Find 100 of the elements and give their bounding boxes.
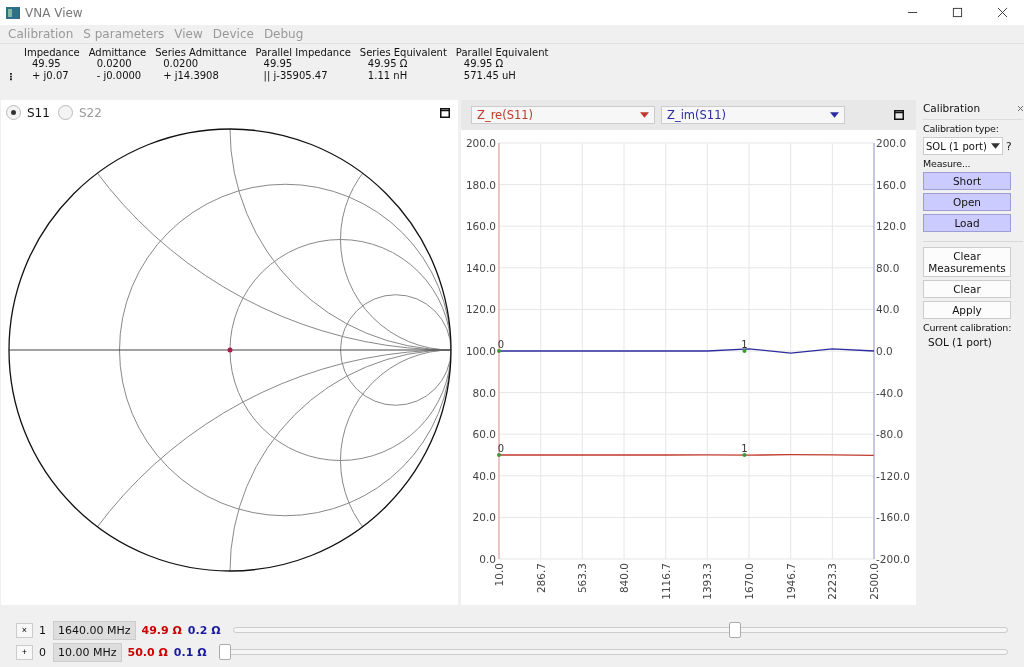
axis-tick-label: 1116.7 [659,563,672,600]
field-label: Calibration type: [923,123,1000,134]
field-label: Measure... [923,158,972,169]
marker-label: 0 [497,443,505,457]
drag-handle[interactable]: ⋮ [6,71,24,82]
readout-value: 49.95 [32,58,61,70]
axis-tick-label: 200.0 [876,137,907,149]
axis-tick-label: 1393.3 [701,563,714,600]
trace-dropdown[interactable]: Z_im(S11) [661,106,845,124]
axis-tick-label: 563.3 [576,563,589,594]
real-value: 50.0 Ω [127,645,168,659]
frequency-slider[interactable] [232,622,1008,638]
radio-label[interactable]: S11 [27,105,50,120]
axis-tick-label: 20.0 [472,511,496,524]
axis-tick-label: 2500.0 [868,563,880,600]
axis-tick-label: -80.0 [876,428,904,441]
marker-label: 1 [741,339,748,353]
maximize-icon[interactable] [440,107,450,118]
frequency-slider[interactable] [218,644,1008,660]
axis-tick-label: 0.0 [876,345,893,357]
axis-tick-label: -160.0 [876,511,910,524]
panel-title: Calibration [923,102,981,114]
readout-value: || j-35905.47 [262,70,328,82]
real-value: 49.9 Ω [141,623,182,637]
readout-value: 1.11 nH [366,70,408,82]
action-button[interactable]: Clear [923,280,1011,298]
slider-thumb[interactable] [728,622,741,638]
help-label: ? [1006,140,1012,152]
axis-tick-label: 286.7 [534,563,547,594]
window-title: VNA View [25,5,83,20]
imag-value: 0.1 Ω [173,645,207,659]
axis-tick-label: 0.0 [479,553,496,565]
readout-value: 49.95 [262,58,293,70]
axis-tick-label: 2223.3 [826,563,839,600]
readout-value: 49.95 Ω [366,58,408,70]
app-icon [5,4,21,21]
readout-header: Series Admittance [155,47,247,58]
readout-header: Admittance [88,47,147,58]
calibration-type-dropdown[interactable]: SOL (1 port) [923,137,1003,155]
maximize-icon[interactable] [894,110,904,120]
readout-header: Impedance [24,47,80,58]
readout-header: Parallel Equivalent [455,47,549,58]
axis-tick-label: 140.0 [465,261,496,274]
axis-tick-label: 60.0 [472,428,496,441]
axis-tick-label: 100.0 [465,345,496,357]
marker-label: 1 [741,443,748,457]
caret-icon [640,112,649,118]
radio-button[interactable] [57,105,73,120]
readout-value: 0.0200 [162,58,199,70]
slider-thumb[interactable] [218,644,231,660]
annotation: 1 [741,443,748,454]
axis-tick-label: 180.0 [465,178,496,191]
action-button[interactable]: Apply [923,301,1011,319]
readout-value: 571.45 uH [462,70,516,82]
axis-tick-label: 10.0 [493,563,505,587]
readout-value: + j14.3908 [162,70,219,82]
caret-icon [991,143,1000,149]
trace-dropdown[interactable]: Z_re(S11) [471,106,655,124]
field-label: Current calibration: [923,322,1013,333]
axis-tick-label: 120.0 [465,303,496,316]
maximize-icon[interactable] [952,7,963,18]
axis-tick-label: 840.0 [618,563,630,594]
impedance-point [227,347,233,353]
measure-button[interactable]: Open [923,193,1011,211]
readout-value: + j0.07 [31,70,69,82]
axis-tick-label: -200.0 [876,553,910,565]
marker-toggle-button[interactable]: × [16,622,33,638]
readout-value: 0.0200 [95,58,132,70]
frequency-field[interactable]: 1640.00 MHz [53,620,136,640]
axis-tick-label: 80.0 [472,386,496,399]
radio-button[interactable] [6,105,21,120]
action-button[interactable]: Clear Measurements [923,247,1011,277]
readout-header: Series Equivalent [359,47,447,58]
axis-tick-label: 1946.7 [784,563,797,600]
axis-tick-label: 1670.0 [743,563,755,600]
marker-label: 0 [497,339,505,353]
marker-index: 0 [39,645,47,659]
axis-tick-label: 160.0 [876,178,907,191]
readout-value: - j0.0000 [95,70,142,82]
axis-tick-label: -40.0 [876,386,904,399]
axis-tick-label: 120.0 [876,220,907,233]
readout-value: 49.95 Ω [462,58,504,70]
axis-tick-label: 80.0 [876,261,900,274]
close-icon[interactable] [1018,105,1023,111]
annotation: 0 [497,339,505,350]
annotation: 1 [741,339,748,350]
axis-tick-label: 40.0 [876,303,900,316]
axis-tick-label: -120.0 [876,469,910,482]
measure-button[interactable]: Short [923,172,1011,190]
current-calibration: SOL (1 port) [927,336,993,348]
close-icon[interactable] [997,7,1008,18]
marker-toggle-button[interactable]: + [16,644,33,660]
frequency-field[interactable]: 10.00 MHz [53,642,122,662]
axis-tick-label: 200.0 [465,137,496,149]
annotation: 0 [497,443,505,454]
axis-tick-label: 40.0 [472,469,496,482]
readout-header: Parallel Impedance [255,47,351,58]
measure-button[interactable]: Load [923,214,1011,232]
caret-icon [830,112,839,118]
imag-value: 0.2 Ω [187,623,221,637]
